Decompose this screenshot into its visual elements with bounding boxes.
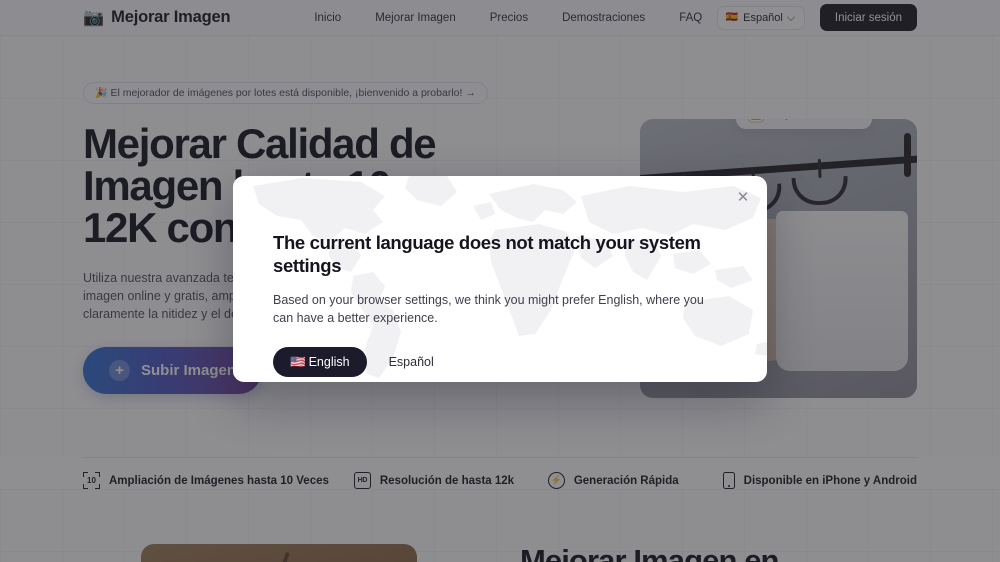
us-flag-icon: 🇺🇸 <box>290 354 306 369</box>
language-mismatch-modal: ✕ The current language does not match yo… <box>233 176 767 382</box>
switch-to-english-label: English <box>308 355 350 370</box>
page-root: 📷 Mejorar Imagen Inicio Mejorar Imagen P… <box>0 0 1000 562</box>
modal-description: Based on your browser settings, we think… <box>273 292 704 325</box>
modal-actions: 🇺🇸 English Español <box>273 347 727 378</box>
switch-to-english-button[interactable]: 🇺🇸 English <box>273 347 367 378</box>
modal-title: The current language does not match your… <box>273 232 701 276</box>
keep-spanish-button[interactable]: Español <box>375 347 448 377</box>
